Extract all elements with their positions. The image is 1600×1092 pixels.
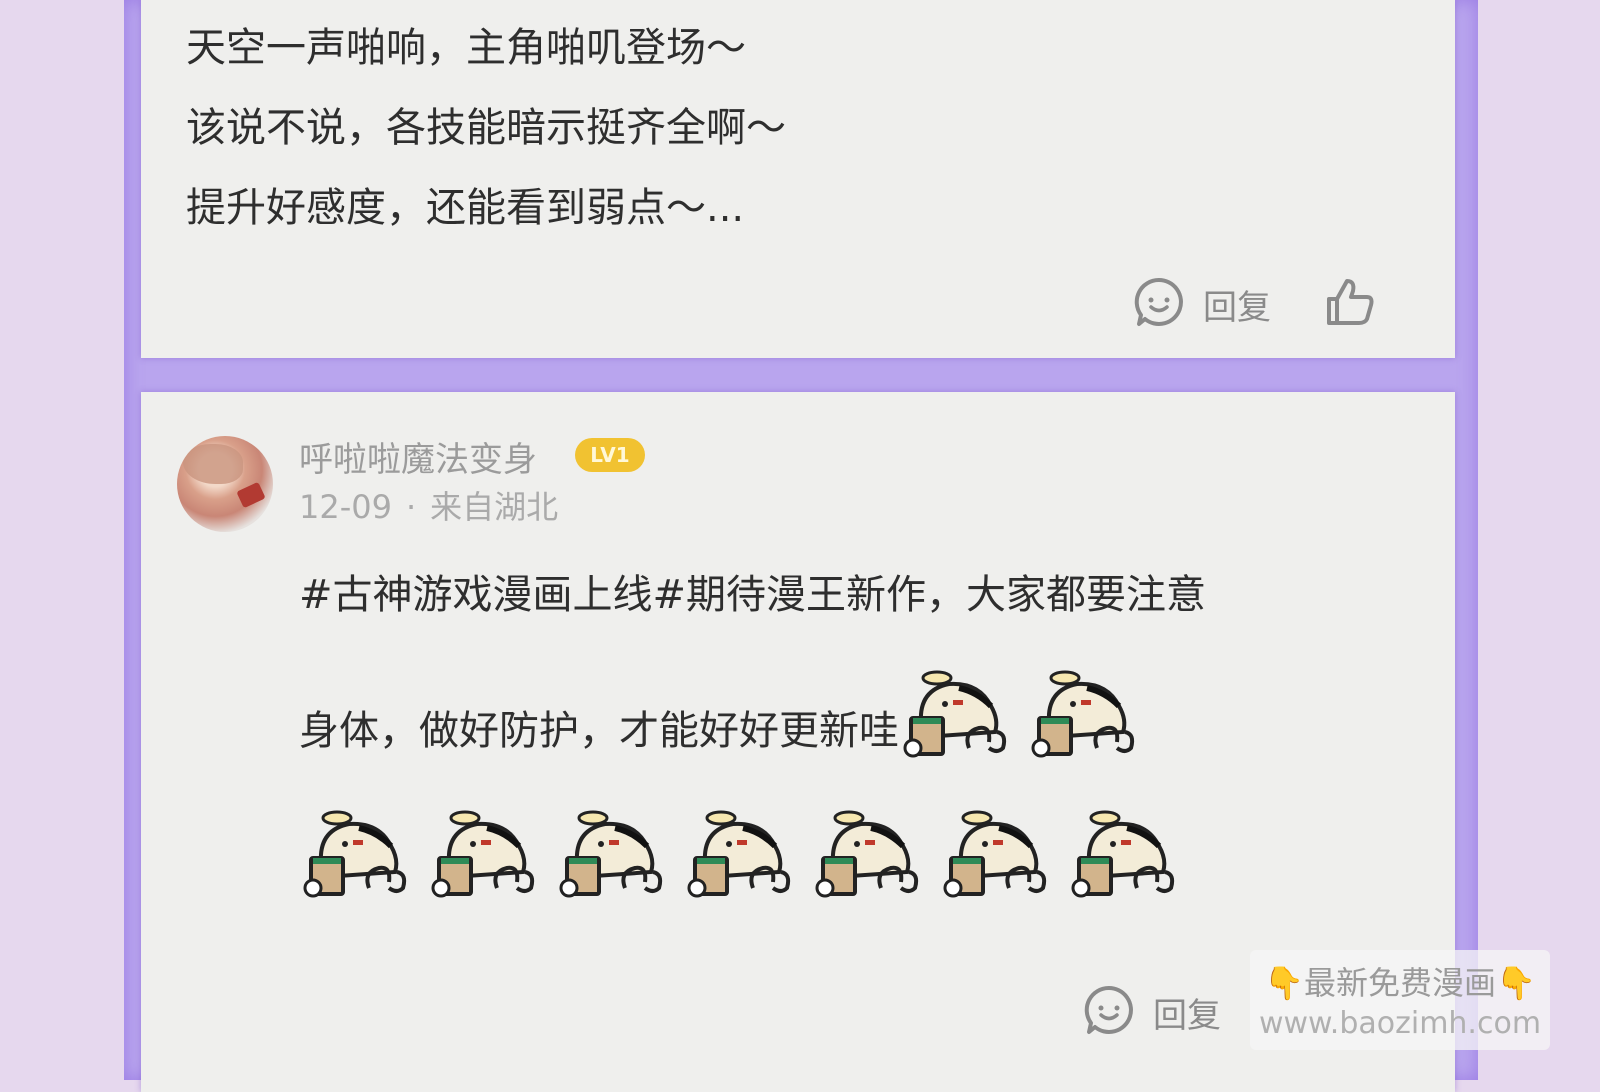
like-button[interactable] [1323, 275, 1377, 333]
reply-label: 回复 [1203, 287, 1271, 328]
comment-line: 提升好感度，还能看到弱点～... [186, 185, 745, 231]
duck-sticker-icon [811, 802, 929, 902]
duck-sticker-icon [555, 802, 673, 902]
comment-text: 天空一声啪响，主角啪叽登场～ 该说不说，各技能暗示挺齐全啊～ 提升好感度，还能看… [186, 8, 786, 248]
thumbs-up-icon [1323, 279, 1377, 333]
duck-sticker-icon [899, 662, 1017, 762]
post-meta: 12-09 · 来自湖北 [299, 482, 558, 528]
reply-icon [1131, 274, 1187, 334]
post-location: 来自湖北 [430, 488, 559, 526]
watermark-text: 最新免费漫画 [1303, 964, 1496, 1002]
comment-line: #古神游戏漫画上线#期待漫王新作，大家都要注意 [299, 562, 1419, 622]
meta-separator: · [405, 488, 417, 526]
pointing-down-icon: 👇 [1496, 964, 1536, 1002]
avatar[interactable] [177, 436, 273, 532]
comment-line: 天空一声啪响，主角啪叽登场～ [186, 25, 746, 71]
reply-button[interactable]: 回复 [1081, 982, 1221, 1042]
sticker-row [299, 762, 1419, 902]
pointing-down-icon: 👇 [1264, 964, 1304, 1002]
comment-actions: 回复 [1081, 982, 1221, 1042]
username[interactable]: 呼啦啦魔法变身 [299, 432, 537, 481]
duck-sticker-icon [683, 802, 801, 902]
post-date: 12-09 [299, 488, 392, 526]
comment-actions: 回复 [1131, 274, 1377, 334]
watermark-url: www.baozimh.com [1258, 1006, 1542, 1041]
reply-button[interactable]: 回复 [1131, 274, 1271, 334]
comment-text: #古神游戏漫画上线#期待漫王新作，大家都要注意 身体，做好防护，才能好好更新哇 [299, 562, 1419, 902]
reply-label: 回复 [1153, 995, 1221, 1036]
watermark-title: 👇最新免费漫画👇 [1250, 958, 1550, 1004]
comment-line: 身体，做好防护，才能好好更新哇 [299, 622, 1419, 762]
comment-line-text: 身体，做好防护，才能好好更新哇 [299, 708, 899, 754]
reply-icon [1081, 982, 1137, 1042]
duck-sticker-icon [299, 802, 417, 902]
duck-sticker-icon [939, 802, 1057, 902]
comment-line-text: #古神游戏漫画上线#期待漫王新作，大家都要注意 [299, 572, 1207, 618]
comment-card: 天空一声啪响，主角啪叽登场～ 该说不说，各技能暗示挺齐全啊～ 提升好感度，还能看… [141, 0, 1455, 358]
duck-sticker-icon [1027, 662, 1145, 762]
level-badge: LV1 [575, 438, 645, 472]
site-watermark: 👇最新免费漫画👇 www.baozimh.com [1250, 950, 1550, 1050]
duck-sticker-icon [1067, 802, 1185, 902]
comment-line: 该说不说，各技能暗示挺齐全啊～ [186, 105, 786, 151]
duck-sticker-icon [427, 802, 545, 902]
